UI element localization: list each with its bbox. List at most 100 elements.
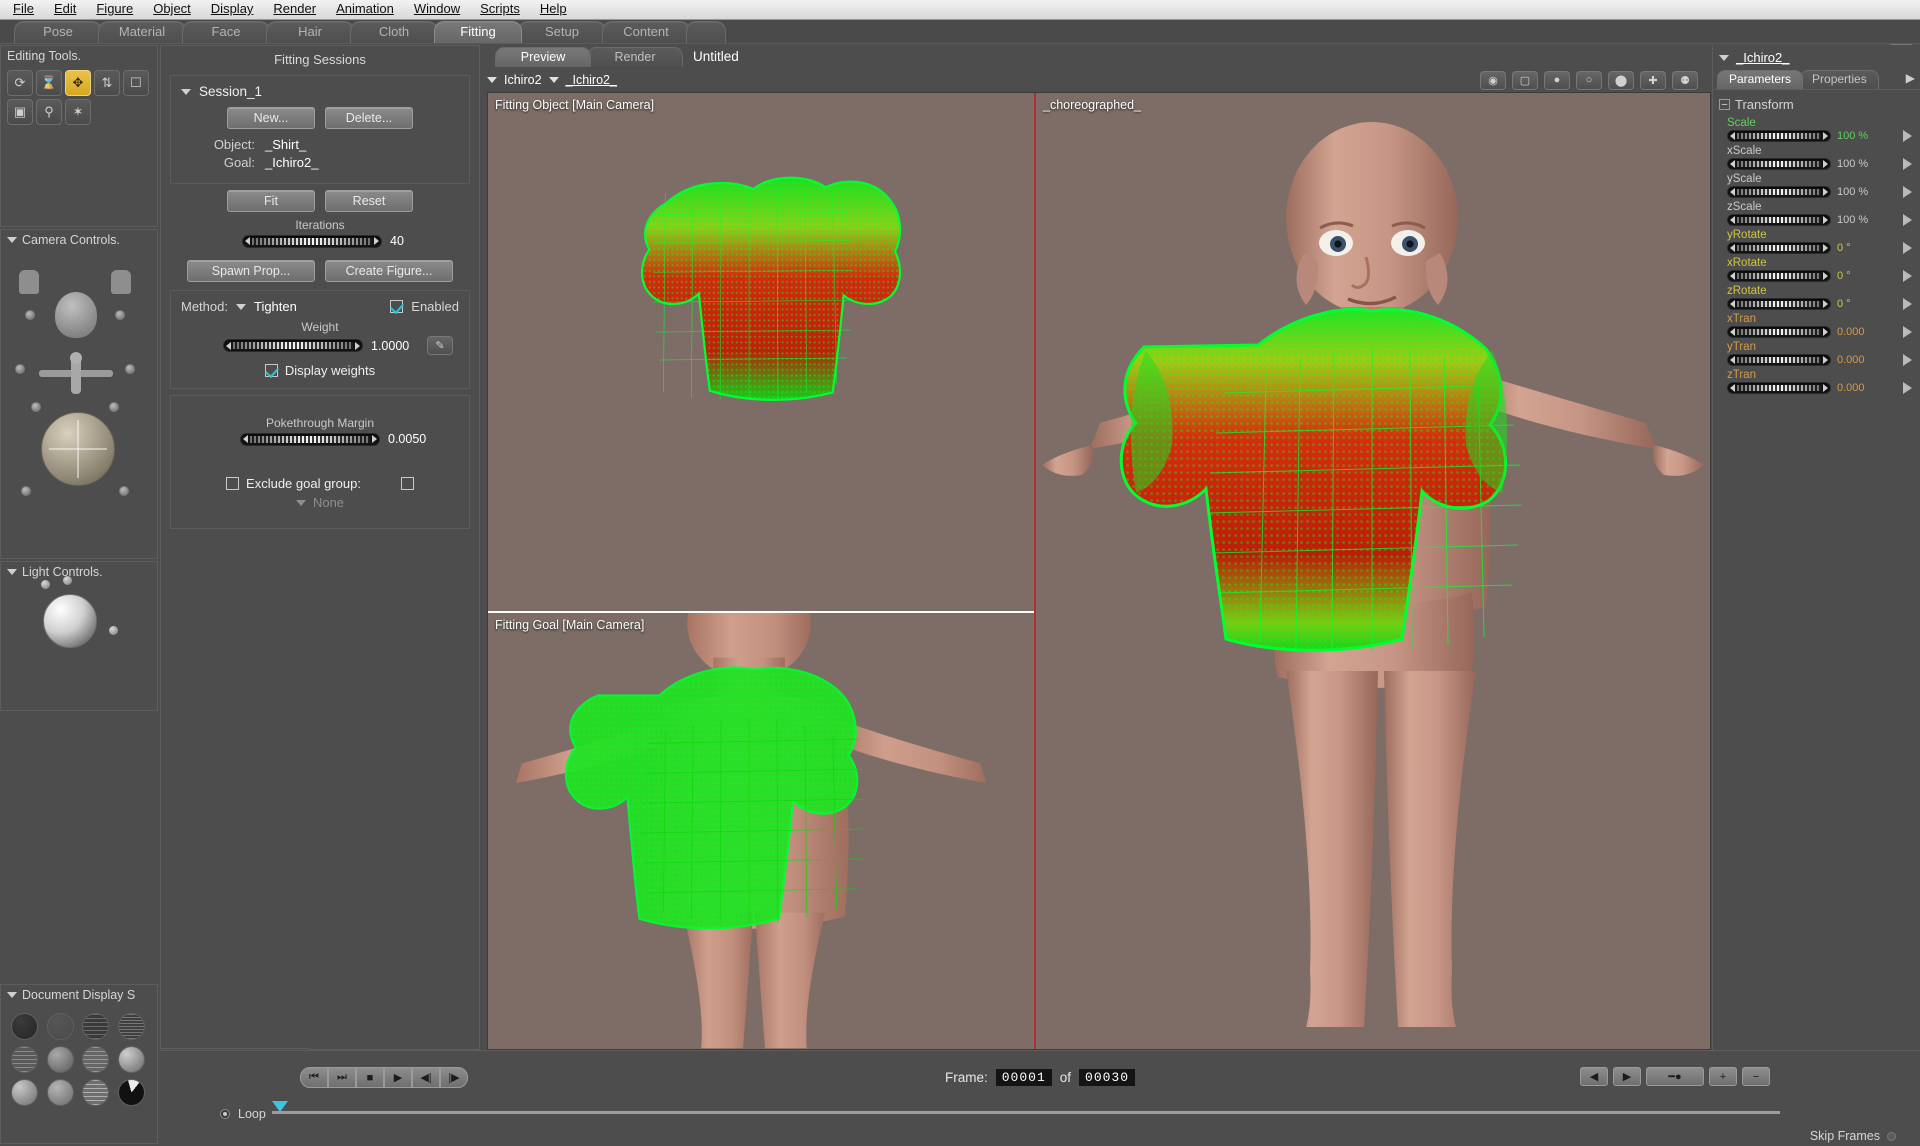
camera-zoom-out-dot[interactable] [21, 486, 31, 496]
frame-current-field[interactable]: 00001 [995, 1069, 1052, 1086]
collapse-minus-icon[interactable]: − [1719, 99, 1730, 110]
chain-break-tool-icon[interactable]: ☐ [123, 70, 149, 96]
chevron-down-icon[interactable] [235, 303, 246, 310]
delete-session-button[interactable]: Delete... [325, 107, 413, 129]
weight-value[interactable]: 1.0000 [371, 339, 419, 353]
style-texture-lined[interactable] [82, 1079, 109, 1106]
left-body-dot-icon[interactable] [15, 364, 25, 374]
document-display-header[interactable]: Document Display S [1, 985, 157, 1005]
camera-controls-header[interactable]: Camera Controls. [1, 230, 157, 250]
param-zrotate-menu-icon[interactable] [1903, 298, 1912, 310]
menu-edit[interactable]: Edit [45, 0, 85, 19]
room-tab-face[interactable]: Face [182, 21, 270, 43]
menu-display[interactable]: Display [202, 0, 263, 19]
display-weights-row[interactable]: Display weights [181, 363, 459, 378]
param-ztran-menu-icon[interactable] [1903, 382, 1912, 394]
camera-icon[interactable]: ◉ [1480, 70, 1506, 90]
param-xtran-slider[interactable] [1727, 326, 1831, 338]
param-scale-slider[interactable] [1727, 130, 1831, 142]
param-scale-value[interactable]: 100 % [1837, 130, 1879, 142]
param-xrotate-menu-icon[interactable] [1903, 270, 1912, 282]
style-smooth-shaded[interactable] [117, 1046, 145, 1073]
loop-radio-icon[interactable] [220, 1109, 230, 1119]
skip-frames-dot-icon[interactable] [1887, 1131, 1896, 1141]
param-xrotate-value[interactable]: 0 ° [1837, 270, 1879, 282]
tab-render[interactable]: Render [587, 47, 683, 67]
spawn-prop-button[interactable]: Spawn Prop... [187, 260, 315, 282]
style-smooth-lined[interactable] [11, 1079, 38, 1106]
param-zrotate-slider[interactable] [1727, 298, 1831, 310]
exclude-goal-dropdown[interactable]: None [181, 495, 459, 510]
param-yrotate-slider[interactable] [1727, 242, 1831, 254]
style-hidden-line[interactable] [117, 1013, 145, 1040]
style-silhouette[interactable] [11, 1013, 38, 1040]
room-tab-material[interactable]: Material [98, 21, 186, 43]
param-yrotate-value[interactable]: 0 ° [1837, 242, 1879, 254]
enabled-checkbox[interactable] [390, 300, 404, 313]
rotate-tool-icon[interactable]: ⟳ [7, 70, 33, 96]
left-ear-camera-icon[interactable] [25, 310, 35, 320]
breadcrumb-actor[interactable]: _Ichiro2_ [566, 73, 617, 87]
weight-slider[interactable] [223, 339, 363, 352]
morph-tool-icon[interactable]: ✶ [65, 99, 91, 125]
param-ytran-slider[interactable] [1727, 354, 1831, 366]
camera-trackball[interactable] [41, 412, 115, 486]
skip-frames-toggle[interactable]: Skip Frames [1810, 1129, 1896, 1143]
style-flat-shaded[interactable] [46, 1046, 74, 1073]
twist-tool-icon[interactable]: ⌛ [36, 70, 62, 96]
param-ztran-value[interactable]: 0.000 [1837, 382, 1879, 394]
iterations-slider[interactable] [242, 234, 382, 248]
breadcrumb-figure[interactable]: Ichiro2 [504, 73, 542, 87]
style-outline[interactable] [46, 1013, 74, 1040]
display-weights-checkbox[interactable] [264, 364, 278, 377]
chevron-down-icon[interactable] [487, 77, 497, 83]
param-zscale-slider[interactable] [1727, 214, 1831, 226]
exclude-goal-checkbox[interactable] [226, 477, 240, 490]
param-zrotate-value[interactable]: 0 ° [1837, 298, 1879, 310]
menu-animation[interactable]: Animation [327, 0, 403, 19]
param-yrotate-menu-icon[interactable] [1903, 242, 1912, 254]
menu-window[interactable]: Window [405, 0, 469, 19]
goal-value[interactable]: _Ichiro2_ [265, 155, 318, 170]
fitting-object-viewport[interactable]: Fitting Object [Main Camera] [488, 93, 1034, 613]
style-lit-wireframe[interactable] [11, 1046, 38, 1073]
param-xscale-menu-icon[interactable] [1903, 158, 1912, 170]
add-key-button[interactable]: + [1709, 1067, 1737, 1086]
weight-brush-icon[interactable]: ✎ [427, 336, 453, 355]
param-xscale-value[interactable]: 100 % [1837, 158, 1879, 170]
light-controls-header[interactable]: Light Controls. [1, 562, 157, 582]
exclude-goal-row[interactable]: Exclude goal group: [181, 476, 459, 491]
pokethrough-value[interactable]: 0.0050 [388, 432, 436, 446]
right-ear-camera-icon[interactable] [115, 310, 125, 320]
param-ytran-value[interactable]: 0.000 [1837, 354, 1879, 366]
right-body-dot-icon[interactable] [125, 364, 135, 374]
next-key-button[interactable]: ▶ [1613, 1067, 1641, 1086]
face-camera-icon[interactable] [55, 292, 97, 338]
param-yscale-menu-icon[interactable] [1903, 186, 1912, 198]
object-value[interactable]: _Shirt_ [265, 137, 306, 152]
menu-help[interactable]: Help [531, 0, 576, 19]
fit-button[interactable]: Fit [227, 190, 315, 212]
style-wireframe[interactable] [82, 1013, 109, 1040]
color-tool-icon[interactable]: ▣ [7, 99, 33, 125]
menu-render[interactable]: Render [264, 0, 325, 19]
param-zscale-value[interactable]: 100 % [1837, 214, 1879, 226]
room-tab-hair[interactable]: Hair [266, 21, 354, 43]
tab-preview[interactable]: Preview [495, 47, 591, 67]
light-handle-3[interactable] [109, 626, 118, 635]
camera-plane-dot-right[interactable] [109, 402, 119, 412]
tab-parameters[interactable]: Parameters [1717, 70, 1804, 89]
pokethrough-slider[interactable] [240, 432, 380, 446]
room-tab-cloth[interactable]: Cloth [350, 21, 438, 43]
room-tab-setup[interactable]: Setup [518, 21, 606, 43]
remove-key-button[interactable]: − [1742, 1067, 1770, 1086]
scale-tool-icon[interactable]: ⇅ [94, 70, 120, 96]
session-row[interactable]: Session_1 [181, 84, 459, 99]
style-flat-lined[interactable] [82, 1046, 109, 1073]
camera-dolly-icon[interactable]: ▢ [1512, 70, 1538, 90]
tab-overflow-arrow-icon[interactable]: ▶ [1906, 71, 1915, 85]
param-yscale-value[interactable]: 100 % [1837, 186, 1879, 198]
prev-key-button[interactable]: ◀ [1580, 1067, 1608, 1086]
ball-icon[interactable]: ⬤ [1608, 70, 1634, 90]
body-camera-icon[interactable] [35, 350, 117, 400]
